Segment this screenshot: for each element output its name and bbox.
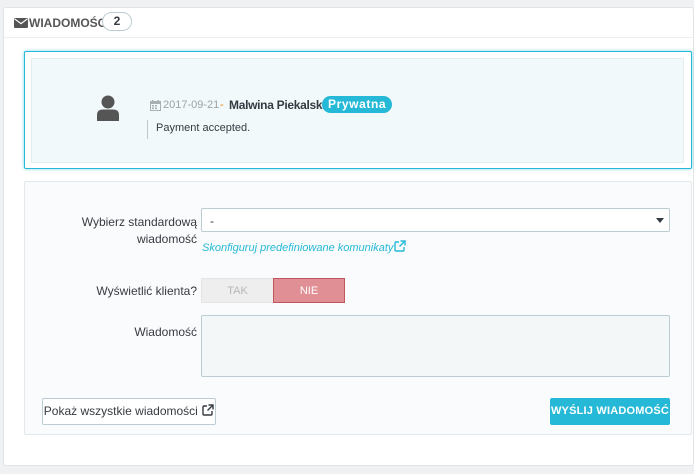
send-message-button[interactable]: WYŚLIJ WIADOMOŚĆ [550,398,670,425]
message-author: Malwina Piekalski [229,98,326,112]
show-all-messages-button[interactable]: Pokaż wszystkie wiadomości [42,398,216,425]
message-quote-bar [147,120,148,139]
message-count-badge: 2 [102,12,132,31]
message-label: Wiadomość [134,325,197,339]
messages-panel: WIADOMOŚCI 2 2017-09-21 - Malwina Piekal… [3,7,694,466]
reply-form: Wybierz standardową wiadomość - Skonfigu… [24,181,692,435]
template-select[interactable]: - [201,208,670,232]
message-item: 2017-09-21 - Malwina Piekalski Prywatna … [24,51,692,169]
template-label: Wybierz standardową wiadomość [81,215,197,246]
private-badge: Prywatna [322,96,393,113]
panel-heading: WIADOMOŚCI 2 [4,8,693,38]
toggle-no-option[interactable]: NIE [273,278,345,303]
calendar-icon [150,100,161,111]
message-date: 2017-09-21 [163,99,220,111]
external-link-icon [202,404,214,416]
message-separator: - [220,99,224,111]
configure-messages-label: Skonfiguruj predefiniowane komunikaty [202,242,394,254]
envelope-icon [14,18,28,28]
message-text: Payment accepted. [156,122,251,134]
display-customer-toggle: TAK NIE [201,278,346,303]
display-customer-label: Wyświetlić klienta? [96,284,197,298]
show-all-messages-label: Pokaż wszystkie wiadomości [43,404,198,418]
template-select-value: - [210,214,214,228]
message-body: 2017-09-21 - Malwina Piekalski Prywatna … [31,58,684,163]
message-textarea[interactable] [201,315,670,377]
user-icon [97,95,119,121]
panel-title: WIADOMOŚCI [29,16,110,30]
toggle-yes-option[interactable]: TAK [201,278,273,303]
external-link-icon [394,240,407,252]
configure-messages-link[interactable]: Skonfiguruj predefiniowane komunikaty [202,240,407,254]
caret-down-icon [656,218,664,223]
